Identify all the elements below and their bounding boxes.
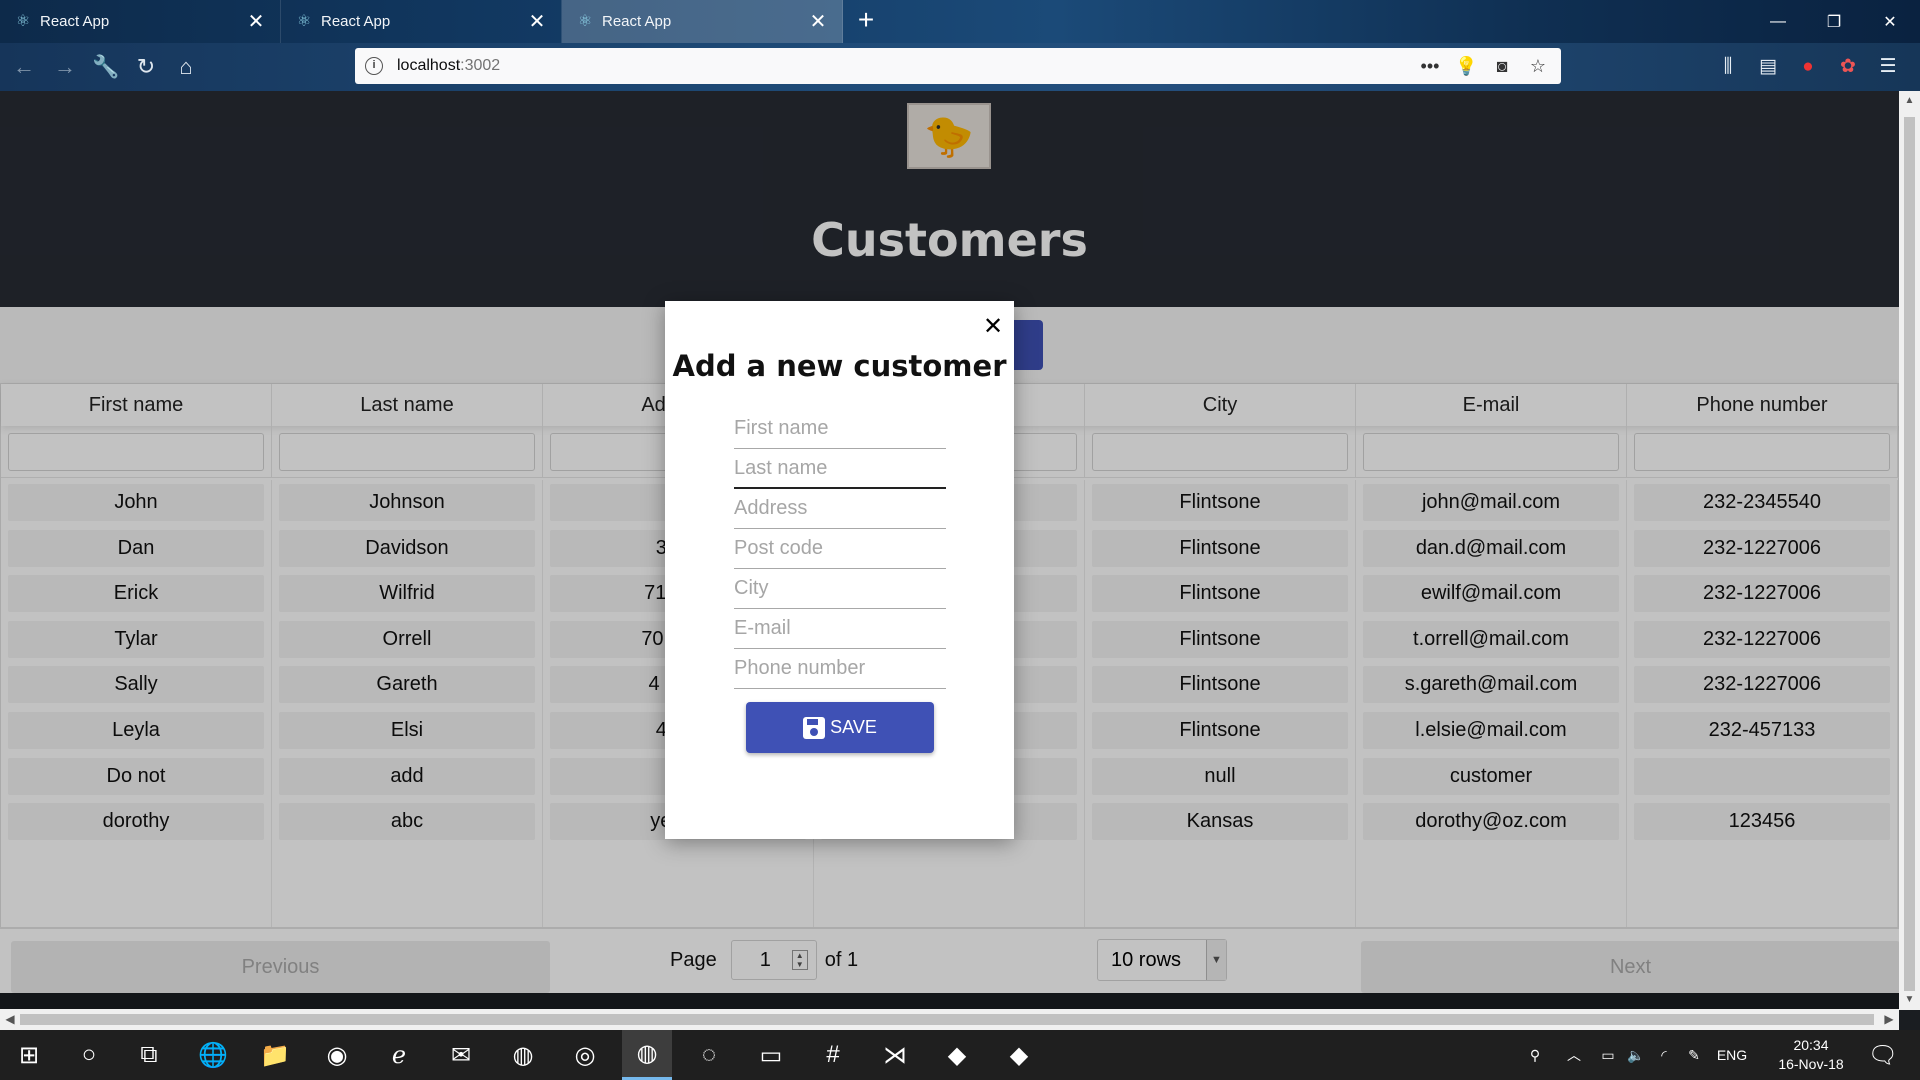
floppy-disk-icon: [803, 716, 826, 739]
slack-icon[interactable]: #: [808, 1030, 858, 1080]
close-tab-icon[interactable]: ✕: [525, 10, 549, 34]
notifications-icon[interactable]: 🗨: [1858, 1030, 1908, 1080]
pen-icon[interactable]: ✎: [1678, 1047, 1710, 1064]
post-code-field[interactable]: [734, 529, 946, 569]
add-customer-dialog: ✕ Add a new customer SAVE: [665, 301, 1014, 839]
first-name-field[interactable]: [734, 409, 946, 449]
address-bar[interactable]: i localhost :3002 ••• 💡 ◙ ☆: [355, 48, 1561, 84]
spotify-icon[interactable]: ◉: [312, 1030, 362, 1080]
url-host: localhost: [397, 57, 461, 74]
tab-bar: ⚛ React App ✕ ⚛ React App ✕ ⚛ React App …: [0, 0, 1920, 43]
back-icon[interactable]: ←: [9, 52, 39, 82]
clock-time: 20:34: [1793, 1037, 1829, 1053]
last-name-field[interactable]: [734, 449, 946, 489]
url-port: :3002: [460, 57, 501, 74]
clock[interactable]: 20:34 16-Nov-18: [1776, 1036, 1846, 1074]
restore-button[interactable]: ❐: [1806, 0, 1862, 43]
start-icon[interactable]: ⊞: [4, 1030, 54, 1080]
library-icon[interactable]: ⫼: [1708, 53, 1748, 81]
firefox-dev-icon[interactable]: ◍: [622, 1030, 672, 1080]
more-actions-icon[interactable]: •••: [1419, 54, 1441, 78]
dialog-title: Add a new customer: [672, 349, 1007, 383]
task-view-icon[interactable]: ⧉: [124, 1030, 174, 1080]
sidebar-icon[interactable]: ▤: [1748, 53, 1788, 81]
wifi-icon[interactable]: ◜: [1650, 1047, 1678, 1064]
scroll-up-icon[interactable]: ▲: [1899, 93, 1920, 109]
tab-title: React App: [602, 13, 672, 30]
firefox-icon[interactable]: ◍: [498, 1030, 548, 1080]
phone-field[interactable]: [734, 649, 946, 689]
git-app-icon[interactable]: ◆: [932, 1030, 982, 1080]
extension-icon[interactable]: ✿: [1828, 53, 1868, 81]
bookmark-star-icon[interactable]: ☆: [1527, 54, 1549, 78]
browser-tab-2[interactable]: ⚛ React App ✕: [281, 0, 562, 43]
save-label: SAVE: [830, 717, 877, 737]
lightbulb-icon[interactable]: 💡: [1455, 54, 1477, 78]
scroll-left-icon[interactable]: ◀: [2, 1009, 18, 1030]
volume-icon[interactable]: 🔈: [1622, 1047, 1650, 1064]
pocket-icon[interactable]: ◙: [1491, 54, 1513, 78]
tab-title: React App: [321, 13, 391, 30]
address-field[interactable]: [734, 489, 946, 529]
wrench-icon[interactable]: 🔧: [91, 52, 121, 82]
terminal-icon[interactable]: ▭: [746, 1030, 796, 1080]
globe-app-icon[interactable]: 🌐: [188, 1030, 238, 1080]
scroll-thumb[interactable]: [20, 1014, 1874, 1025]
browser-tab-3-active[interactable]: ⚛ React App ✕: [562, 0, 843, 43]
vertical-scrollbar[interactable]: ▲ ▼: [1899, 91, 1920, 1010]
react-icon: ⚛: [296, 12, 312, 30]
mail-icon[interactable]: ✉: [436, 1030, 486, 1080]
chrome-icon[interactable]: ◎: [560, 1030, 610, 1080]
menu-icon[interactable]: ☰: [1868, 53, 1908, 81]
vscode-icon[interactable]: ⋊: [870, 1030, 920, 1080]
scroll-right-icon[interactable]: ▶: [1881, 1009, 1897, 1030]
battery-icon[interactable]: ▭: [1594, 1047, 1622, 1064]
close-icon[interactable]: ✕: [981, 315, 1005, 339]
react-icon: ⚛: [577, 12, 593, 30]
windows-taskbar: ⊞ ○ ⧉ 🌐 📁 ◉ ℯ ✉ ◍ ◎ ◍ ◌ ▭ # ⋊ ◆ ◆ ⚲ ︿ ▭ …: [0, 1030, 1920, 1080]
close-window-button[interactable]: ✕: [1862, 0, 1918, 43]
scroll-thumb[interactable]: [1904, 117, 1915, 991]
save-button[interactable]: SAVE: [746, 702, 934, 753]
people-icon[interactable]: ⚲: [1520, 1047, 1550, 1064]
browser-tab-1[interactable]: ⚛ React App ✕: [0, 0, 281, 43]
city-field[interactable]: [734, 569, 946, 609]
chevron-up-icon[interactable]: ︿: [1554, 1045, 1594, 1065]
site-info-icon[interactable]: i: [365, 57, 383, 75]
clock-date: 16-Nov-18: [1778, 1056, 1844, 1072]
ublock-icon[interactable]: ●: [1788, 53, 1828, 81]
language-indicator[interactable]: ENG: [1710, 1047, 1754, 1063]
edge-icon[interactable]: ℯ: [374, 1030, 424, 1080]
new-tab-button[interactable]: +: [851, 6, 881, 36]
git-app-2-icon[interactable]: ◆: [994, 1030, 1044, 1080]
email-field[interactable]: [734, 609, 946, 649]
toolbar-right: ⫼ ▤ ● ✿ ☰: [1708, 53, 1908, 81]
minimize-button[interactable]: —: [1750, 0, 1806, 43]
tab-title: React App: [40, 13, 110, 30]
navigation-toolbar: ← → 🔧 ↻ ⌂ i localhost :3002 ••• 💡 ◙ ☆ ⫼ …: [0, 43, 1920, 91]
file-explorer-icon[interactable]: 📁: [250, 1030, 300, 1080]
system-tray: ⚲ ︿ ▭ 🔈 ◜ ✎ ENG: [1520, 1030, 1754, 1080]
close-tab-icon[interactable]: ✕: [806, 10, 830, 34]
fingerprint-app-icon[interactable]: ◌: [684, 1030, 734, 1080]
horizontal-scrollbar[interactable]: ◀ ▶: [0, 1009, 1899, 1030]
reload-icon[interactable]: ↻: [131, 52, 161, 82]
close-tab-icon[interactable]: ✕: [244, 10, 268, 34]
home-icon[interactable]: ⌂: [171, 52, 201, 82]
forward-icon[interactable]: →: [50, 52, 80, 82]
search-circle-icon[interactable]: ○: [64, 1030, 114, 1080]
scroll-down-icon[interactable]: ▼: [1899, 992, 1920, 1008]
react-icon: ⚛: [15, 12, 31, 30]
url-actions: ••• 💡 ◙ ☆: [1419, 54, 1549, 78]
